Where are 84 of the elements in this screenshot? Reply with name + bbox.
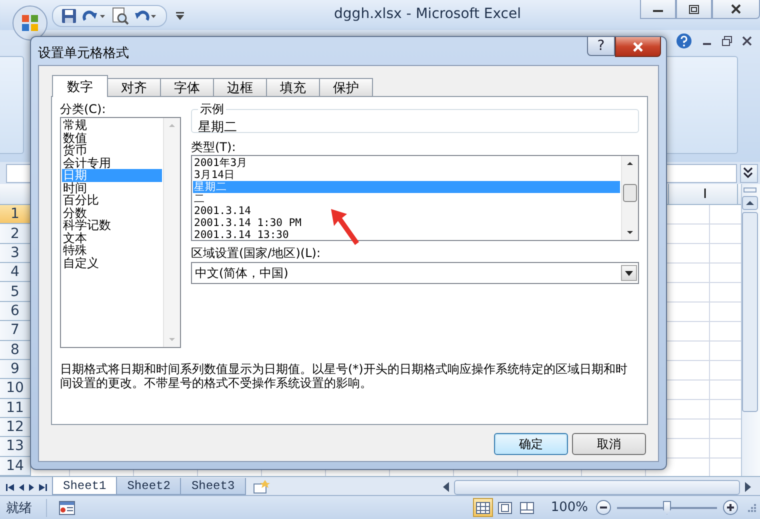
- close-icon[interactable]: [742, 36, 752, 46]
- tab[interactable]: 填充: [266, 78, 320, 96]
- tab[interactable]: 保护: [319, 78, 373, 96]
- tab[interactable]: 数字: [52, 75, 108, 97]
- row-header[interactable]: 1: [0, 205, 30, 224]
- locale-value: 中文(简体，中国): [194, 264, 290, 282]
- undo-icon[interactable]: [134, 8, 158, 24]
- list-item[interactable]: 百分比: [62, 194, 162, 206]
- pointer-arrow: [328, 206, 362, 248]
- format-description: 日期格式将日期和时间系列数值显示为日期值。以星号(*)开头的日期格式响应操作系统特定的区域日期和时间设置的更改。不带星号的格式不受操作系统设置的影响。: [60, 362, 628, 390]
- scroll-thumb-icon[interactable]: [622, 184, 638, 202]
- sheet-tab[interactable]: Sheet1: [52, 477, 118, 495]
- scroll-right-icon[interactable]: [744, 481, 752, 493]
- list-item[interactable]: 数值: [62, 132, 162, 144]
- zoom-out-button[interactable]: [596, 500, 611, 515]
- dropdown-caret-icon: [625, 270, 633, 276]
- vertical-scrollbar[interactable]: [741, 184, 760, 476]
- print-preview-icon[interactable]: [111, 7, 129, 25]
- sheet-tab[interactable]: Sheet3: [180, 478, 246, 495]
- list-item[interactable]: 时间: [62, 182, 162, 194]
- previous-sheet-icon[interactable]: [18, 483, 25, 492]
- insert-sheet-icon[interactable]: [252, 480, 270, 494]
- type-label: 类型(T):: [191, 139, 237, 155]
- list-item[interactable]: 自定义: [62, 256, 162, 269]
- sample-label: 示例: [199, 101, 225, 118]
- list-item[interactable]: 2001.3.14 1:30 PM: [193, 217, 620, 229]
- ok-button[interactable]: 确定: [494, 433, 568, 455]
- double-caret-icon: [741, 164, 755, 180]
- close-icon: [632, 42, 644, 52]
- maximize-button[interactable]: [676, 0, 712, 19]
- sheet-tab[interactable]: Sheet2: [116, 478, 182, 495]
- list-item[interactable]: 2001年3月: [193, 157, 620, 169]
- expand-button[interactable]: [740, 164, 758, 182]
- next-sheet-icon[interactable]: [28, 483, 35, 492]
- zoom-thumb[interactable]: [663, 500, 671, 514]
- dialog-title: 设置单元格格式: [38, 45, 130, 62]
- first-sheet-icon[interactable]: [6, 483, 15, 492]
- close-button[interactable]: [615, 37, 661, 57]
- help-icon[interactable]: [676, 33, 692, 49]
- tab[interactable]: 边框: [213, 78, 267, 96]
- horizontal-scrollbar[interactable]: [454, 480, 740, 494]
- last-sheet-icon[interactable]: [38, 483, 47, 492]
- restore-icon: [689, 4, 699, 14]
- plus-icon: [727, 504, 734, 511]
- minus-icon: [600, 504, 607, 511]
- list-item[interactable]: 2001.3.14: [193, 205, 620, 217]
- cancel-button[interactable]: 取消: [572, 433, 646, 455]
- list-item[interactable]: 3月14日: [193, 169, 620, 181]
- customize-caret-icon[interactable]: [175, 11, 185, 21]
- resize-grip-icon: [748, 504, 756, 512]
- split-handle-icon: [742, 186, 758, 194]
- locale-label: 区域设置(国家/地区)(L):: [191, 245, 322, 261]
- list-item[interactable]: 2001.3.14 13:30: [193, 229, 620, 241]
- list-item[interactable]: 分数: [62, 206, 162, 219]
- column-header[interactable]: I: [668, 184, 738, 204]
- tab[interactable]: 对齐: [107, 78, 161, 96]
- save-icon[interactable]: [61, 8, 77, 24]
- scroll-left-icon[interactable]: [442, 481, 450, 493]
- window-title: dggh.xlsx - Microsoft Excel: [333, 6, 522, 22]
- list-item[interactable]: 会计专用: [62, 156, 162, 169]
- macro-record-icon[interactable]: [59, 500, 75, 514]
- list-item[interactable]: 科学记数: [62, 219, 162, 232]
- help-button[interactable]: ?: [587, 37, 615, 56]
- normal-view-button[interactable]: [472, 498, 493, 517]
- close-icon: [731, 4, 741, 14]
- list-item[interactable]: 特殊: [62, 244, 162, 256]
- sample-value: 星期二: [198, 119, 238, 136]
- minimize-button[interactable]: [640, 0, 676, 19]
- scroll-thumb-icon: [742, 212, 758, 412]
- list-item[interactable]: 货币: [62, 144, 162, 156]
- locale-dropdown[interactable]: 中文(简体，中国): [191, 262, 639, 284]
- list-item[interactable]: 常规: [62, 119, 162, 132]
- category-list[interactable]: 常规 数值 货币 会计专用 日期 时间 百分比 分数 科学记数 文本 特殊 自定义: [60, 117, 181, 348]
- zoom-in-button[interactable]: [723, 500, 738, 515]
- close-button[interactable]: [712, 0, 760, 19]
- list-item[interactable]: 文本: [62, 232, 162, 244]
- restore-icon[interactable]: [722, 36, 732, 46]
- tab[interactable]: 字体: [160, 78, 214, 96]
- type-list[interactable]: 2001年3月 3月14日 星期二 二 2001.3.14 2001.3.14 1:30 PM 2001.3.14 13:30: [191, 155, 639, 241]
- category-label: 分类(C):: [60, 101, 107, 117]
- redo-icon[interactable]: [82, 8, 106, 24]
- zoom-level: 100%: [550, 500, 588, 515]
- status-text: 就绪: [6, 498, 47, 516]
- list-item[interactable]: 二: [193, 193, 620, 205]
